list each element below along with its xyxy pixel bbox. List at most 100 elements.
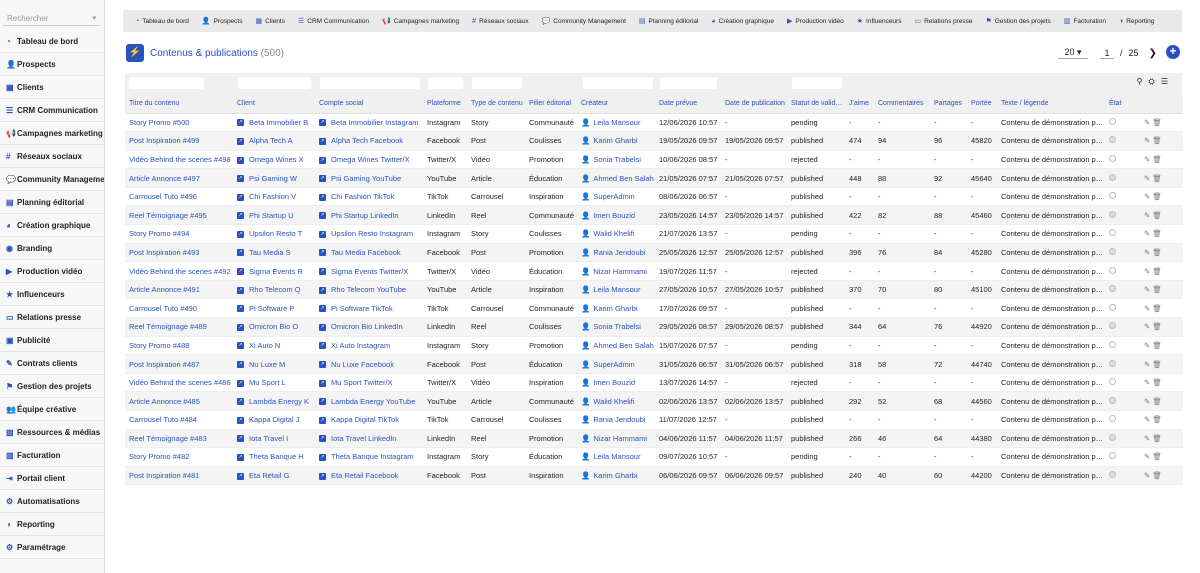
- delete-icon[interactable]: 🗑: [1152, 267, 1162, 276]
- cell-text[interactable]: Chi Fashion V: [249, 192, 296, 201]
- link-icon[interactable]: ↗: [319, 119, 326, 127]
- cell-text[interactable]: Nu Luxe Facebook: [331, 360, 394, 369]
- cell-text[interactable]: Phi Startup LinkedIn: [331, 211, 399, 220]
- link-icon[interactable]: ↗: [319, 268, 326, 276]
- cell-text[interactable]: Omicron Bio O: [249, 322, 298, 331]
- delete-icon[interactable]: 🗑: [1152, 229, 1162, 238]
- table-row[interactable]: Post Inspiration #499 ↗ Alpha Tech A ↗ Alpha…: [125, 131, 1183, 151]
- filter-creator[interactable]: [583, 77, 653, 89]
- cell-text[interactable]: Omicron Bio LinkedIn: [331, 322, 403, 331]
- delete-icon[interactable]: 🗑: [1152, 155, 1162, 164]
- sidebar-item-14[interactable]: ✎ Contrats clients: [0, 353, 104, 375]
- link-icon[interactable]: ↗: [237, 230, 244, 238]
- cell-text[interactable]: Ahmed Ben Salah: [593, 174, 653, 183]
- cell-text[interactable]: Rania Jendoubi: [593, 248, 645, 257]
- table-row[interactable]: Article Annonce #497 ↗ Psi Gaming W ↗ Psi Ga…: [125, 168, 1183, 188]
- table-row[interactable]: Article Annonce #485 ↗ Lambda Energy K ↗ Lam…: [125, 391, 1183, 411]
- sidebar-item-0[interactable]: ◔ Tableau de bord: [0, 31, 104, 53]
- link-icon[interactable]: ↗: [319, 435, 326, 443]
- link-icon[interactable]: ↗: [237, 323, 244, 331]
- column-header[interactable]: Pilier éditorial: [525, 95, 577, 114]
- link-icon[interactable]: ↗: [237, 435, 244, 443]
- cell-text[interactable]: Vidéo Behind the scenes #498: [129, 155, 231, 164]
- top-nav-item-13[interactable]: ▥ Facturation: [1064, 17, 1106, 26]
- delete-icon[interactable]: 🗑: [1152, 360, 1162, 369]
- cell-text[interactable]: Rania Jendoubi: [593, 415, 645, 424]
- column-header[interactable]: Portée: [967, 95, 997, 114]
- top-nav-item-9[interactable]: ▶ Production vidéo: [787, 17, 844, 26]
- column-header[interactable]: Date de publication: [721, 95, 787, 114]
- cell-text[interactable]: Lambda Energy YouTube: [331, 397, 415, 406]
- top-nav-item-10[interactable]: ★ Influenceurs: [857, 17, 902, 26]
- cell-text[interactable]: Beta Immobilier B: [249, 118, 308, 127]
- link-icon[interactable]: ↗: [237, 305, 244, 313]
- cell-text[interactable]: Alpha Tech Facebook: [331, 136, 403, 145]
- cell-text[interactable]: Eta Retail G: [249, 471, 289, 480]
- cell-text[interactable]: Ahmed Ben Salah: [593, 341, 653, 350]
- cell-text[interactable]: Vidéo Behind the scenes #486: [129, 378, 231, 387]
- cell-text[interactable]: Reel Témoignage #495: [129, 211, 207, 220]
- cell-text[interactable]: Carrousel Tuto #490: [129, 304, 197, 313]
- cell-text[interactable]: Post Inspiration #499: [129, 136, 199, 145]
- table-row[interactable]: Story Promo #488 ↗ Xi Auto N ↗ Xi Auto Insta…: [125, 336, 1183, 356]
- cell-text[interactable]: Karim Gharbi: [593, 136, 637, 145]
- link-icon[interactable]: ↗: [319, 398, 326, 406]
- column-header[interactable]: Client: [233, 95, 315, 114]
- cell-text[interactable]: Pi Software P: [249, 304, 294, 313]
- column-header[interactable]: Statut de validation: [787, 95, 845, 114]
- cell-text[interactable]: Iota Travel I: [249, 434, 288, 443]
- delete-icon[interactable]: 🗑: [1152, 397, 1162, 406]
- column-header[interactable]: Date prévue: [655, 95, 721, 114]
- cell-text[interactable]: Phi Startup U: [249, 211, 294, 220]
- column-header[interactable]: Commentaires: [874, 95, 930, 114]
- top-nav-item-2[interactable]: ▦ Clients: [255, 17, 285, 26]
- cell-text[interactable]: Carrousel Tuto #496: [129, 192, 197, 201]
- sidebar-item-3[interactable]: ☰ CRM Communication: [0, 100, 104, 122]
- delete-icon[interactable]: 🗑: [1152, 434, 1162, 443]
- link-icon[interactable]: ↗: [237, 156, 244, 164]
- link-icon[interactable]: ↗: [237, 212, 244, 220]
- next-page-icon[interactable]: ❯: [1149, 48, 1157, 59]
- sidebar-item-6[interactable]: 💬 Community Manageme: [0, 169, 104, 191]
- top-nav-item-1[interactable]: 👤 Prospects: [202, 17, 243, 26]
- sidebar-item-21[interactable]: ◑ Reporting: [0, 514, 104, 536]
- cell-text[interactable]: Omega Wines Twitter/X: [331, 155, 410, 164]
- sidebar-item-16[interactable]: 👥 Équipe créative: [0, 399, 104, 421]
- sidebar-item-22[interactable]: ⚙ Paramétrage: [0, 537, 104, 559]
- link-icon[interactable]: ↗: [319, 379, 326, 387]
- cell-text[interactable]: Karim Gharbi: [593, 471, 637, 480]
- link-icon[interactable]: ↗: [319, 286, 326, 294]
- link-icon[interactable]: ↗: [319, 323, 326, 331]
- filter-status[interactable]: [792, 77, 842, 89]
- cell-text[interactable]: Alpha Tech A: [249, 136, 293, 145]
- table-row[interactable]: Story Promo #482 ↗ Theta Banque H ↗ Theta Ba…: [125, 447, 1183, 467]
- cell-text[interactable]: Kappa Digital TikTok: [331, 415, 399, 424]
- cell-text[interactable]: Rho Telecom Q: [249, 285, 301, 294]
- cell-text[interactable]: Beta Immobilier Instagram: [331, 118, 419, 127]
- cell-text[interactable]: Article Annonce #497: [129, 174, 200, 183]
- settings-icon[interactable]: ⛭: [1148, 77, 1160, 86]
- link-icon[interactable]: ↗: [237, 342, 244, 350]
- column-header[interactable]: Partages: [930, 95, 967, 114]
- cell-text[interactable]: Story Promo #494: [129, 229, 189, 238]
- delete-icon[interactable]: 🗑: [1152, 452, 1162, 461]
- link-icon[interactable]: ↗: [319, 472, 326, 480]
- link-icon[interactable]: ↗: [237, 398, 244, 406]
- sidebar-item-12[interactable]: ▭ Relations presse: [0, 307, 104, 329]
- delete-icon[interactable]: 🗑: [1152, 378, 1162, 387]
- search-input[interactable]: Rechercher ▾: [3, 12, 100, 26]
- current-page-input[interactable]: 1: [1100, 48, 1114, 59]
- cell-text[interactable]: Karim Gharbi: [593, 304, 637, 313]
- cell-text[interactable]: Leila Mansour: [593, 285, 640, 294]
- table-row[interactable]: Story Promo #500 ↗ Beta Immobilier B ↗ Beta …: [125, 113, 1183, 133]
- sidebar-item-13[interactable]: ▣ Publicité: [0, 330, 104, 352]
- top-nav-item-4[interactable]: 📢 Campagnes marketing: [382, 17, 459, 26]
- cell-text[interactable]: Nizar Hammami: [593, 434, 647, 443]
- cell-text[interactable]: Reel Témoignage #489: [129, 322, 207, 331]
- delete-icon[interactable]: 🗑: [1152, 248, 1162, 257]
- top-nav-item-5[interactable]: # Réseaux sociaux: [472, 18, 528, 25]
- link-icon[interactable]: ↗: [237, 361, 244, 369]
- list-view-icon[interactable]: ☰: [1161, 77, 1174, 86]
- table-row[interactable]: Vidéo Behind the scenes #492 ↗ Sigma Event…: [125, 261, 1183, 281]
- top-nav-item-8[interactable]: ◕ Création graphique: [711, 18, 774, 25]
